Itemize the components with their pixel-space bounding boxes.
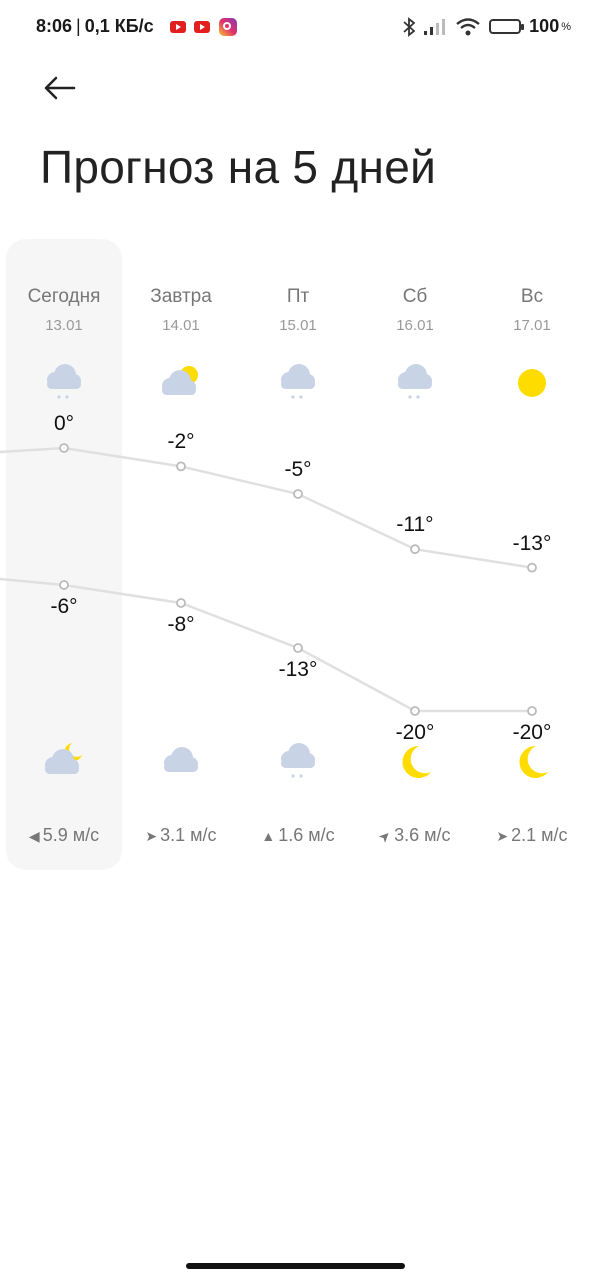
high-temp-point — [527, 562, 537, 573]
high-temp-line — [0, 446, 533, 569]
low-temp-line — [0, 577, 532, 713]
low-temp-point — [527, 706, 537, 716]
low-temp-point — [59, 580, 69, 590]
low-temp-point — [176, 598, 186, 608]
gesture-nav-bar[interactable] — [186, 1263, 405, 1269]
low-temp-point — [410, 706, 420, 716]
high-temp-point — [176, 461, 186, 472]
high-temp-point — [410, 544, 420, 555]
high-temp-point — [293, 489, 303, 499]
high-temp-point — [59, 443, 69, 453]
temperature-graph — [0, 443, 537, 716]
low-temp-point — [293, 643, 303, 653]
